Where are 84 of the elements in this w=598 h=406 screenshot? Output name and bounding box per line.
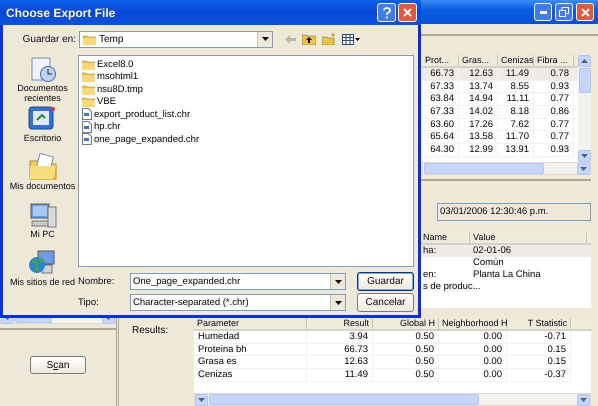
places-item[interactable]: Mis documentos bbox=[10, 181, 76, 191]
help-button[interactable] bbox=[377, 3, 396, 22]
cancel-button[interactable]: Cancelar bbox=[357, 293, 414, 312]
restore-button[interactable] bbox=[555, 3, 573, 21]
column-header[interactable]: Cenizas bbox=[498, 55, 534, 66]
document-icon bbox=[82, 120, 92, 133]
column-header[interactable]: Gras... bbox=[459, 55, 498, 66]
horizontal-scrollbar[interactable] bbox=[194, 393, 591, 406]
folder-icon bbox=[82, 96, 95, 108]
table-cell: 64.30 bbox=[422, 144, 459, 157]
save-in-label: Guardar en: bbox=[22, 34, 77, 44]
folder-icon bbox=[82, 84, 95, 95]
file-item[interactable]: VBE bbox=[97, 96, 116, 108]
property-name: ha: bbox=[423, 245, 436, 256]
property-value: Común bbox=[473, 257, 504, 268]
help-icon bbox=[382, 6, 390, 18]
close-icon bbox=[580, 8, 590, 16]
table-cell: -0.37 bbox=[507, 369, 571, 382]
vertical-scrollbar[interactable] bbox=[578, 55, 591, 162]
property-name: en: bbox=[423, 269, 436, 280]
table-cell: 11.49 bbox=[307, 369, 373, 382]
folder-dropdown[interactable]: Temp bbox=[79, 30, 273, 48]
file-item[interactable]: nsu8D.tmp bbox=[97, 84, 143, 95]
table-cell: 0.50 bbox=[373, 369, 439, 382]
view-menu-icon[interactable] bbox=[342, 34, 360, 44]
up-folder-icon[interactable] bbox=[302, 33, 316, 45]
file-item[interactable]: hp.chr bbox=[94, 121, 120, 132]
table-cell: Cenizas bbox=[194, 369, 307, 382]
document-icon bbox=[82, 133, 92, 146]
table-cell: 0.00 bbox=[439, 369, 507, 382]
column-header[interactable]: Prot... bbox=[422, 55, 459, 66]
new-folder-icon[interactable] bbox=[322, 33, 336, 45]
property-value: Planta La China bbox=[473, 269, 541, 280]
table-cell: 13.91 bbox=[498, 144, 534, 157]
scroll-up-button[interactable] bbox=[578, 55, 591, 67]
scroll-left-button[interactable] bbox=[195, 394, 208, 406]
close-button[interactable] bbox=[398, 3, 417, 22]
dialog-title: Choose Export File bbox=[6, 6, 116, 20]
file-item[interactable]: msohtml1 bbox=[97, 71, 138, 82]
table-cell: 0.93 bbox=[534, 144, 574, 157]
table-cell: 12.99 bbox=[459, 144, 498, 157]
property-name: s de produc... bbox=[423, 281, 481, 292]
scrollbar-thumb[interactable] bbox=[209, 394, 479, 405]
file-item[interactable]: one_page_expanded.chr bbox=[94, 134, 200, 145]
document-icon bbox=[82, 108, 92, 120]
table-row[interactable]: 66.73 12.63 11.49 0.78 bbox=[422, 68, 578, 81]
horizontal-scrollbar[interactable] bbox=[422, 162, 591, 175]
column-header[interactable]: T Statistic bbox=[507, 318, 571, 329]
column-header[interactable]: Fibra ... bbox=[534, 55, 574, 66]
name-label: Nombre: bbox=[78, 276, 116, 287]
places-item[interactable]: Mis sitios de red bbox=[10, 277, 76, 287]
folder-icon bbox=[82, 58, 95, 70]
file-type-dropdown[interactable]: Character-separated (*.chr) bbox=[130, 294, 346, 311]
table-row[interactable]: 67.33 13.74 8.55 0.93 bbox=[422, 80, 578, 94]
folder-icon bbox=[83, 34, 96, 44]
scroll-right-button[interactable] bbox=[577, 394, 590, 406]
date-field[interactable]: 03/01/2006 12:30:46 p.m. bbox=[437, 203, 591, 221]
computer-icon bbox=[28, 201, 58, 229]
results-label: Results: bbox=[131, 324, 170, 338]
close-icon bbox=[403, 8, 412, 17]
places-item[interactable]: Documentos recientes bbox=[8, 83, 78, 103]
minimize-icon bbox=[540, 10, 546, 14]
file-item[interactable]: export_product_list.chr bbox=[94, 108, 190, 120]
file-list[interactable]: Excel8.0 msohtml1 nsu8D.tmp VBE export_product_list.chr hp.chr one_page_expanded.chr bbox=[78, 55, 414, 267]
places-item[interactable]: Escritorio bbox=[24, 133, 62, 143]
folder-icon bbox=[82, 71, 95, 82]
scroll-right-button[interactable] bbox=[577, 162, 590, 174]
type-label: Tipo: bbox=[78, 297, 100, 308]
property-value: 02-01-06 bbox=[473, 245, 512, 256]
places-item[interactable]: Mi PC bbox=[30, 229, 55, 239]
scrollbar-thumb[interactable] bbox=[578, 68, 590, 93]
list-row[interactable]: ha: 02-01-06 bbox=[420, 245, 591, 257]
save-button[interactable]: Guardar bbox=[357, 272, 414, 291]
minimize-button[interactable] bbox=[534, 3, 552, 21]
close-button[interactable] bbox=[576, 3, 594, 21]
scan-button[interactable]: Scan bbox=[30, 356, 86, 374]
file-item[interactable]: Excel8.0 bbox=[97, 58, 134, 70]
column-header[interactable]: Neighborhood H bbox=[439, 318, 507, 329]
column-header[interactable]: Value bbox=[470, 232, 587, 243]
scrollbar-thumb[interactable] bbox=[424, 163, 544, 174]
restore-icon bbox=[559, 7, 569, 17]
scroll-down-button[interactable] bbox=[578, 150, 591, 162]
file-name-field[interactable]: One_page_expanded.chr bbox=[130, 273, 346, 290]
folder-icon bbox=[28, 153, 58, 181]
